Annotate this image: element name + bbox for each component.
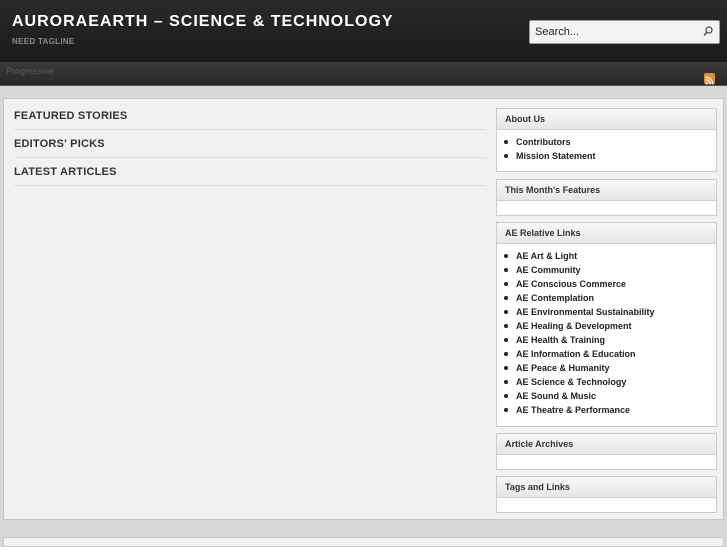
search-input[interactable] <box>530 21 698 43</box>
list-item[interactable]: AE Science & Technology <box>497 375 716 389</box>
list-item[interactable]: AE Information & Education <box>497 347 716 361</box>
site-tagline: NEED TAGLINE <box>12 37 75 46</box>
link-label[interactable]: AE Health & Training <box>516 335 605 345</box>
list-item[interactable]: AE Sound & Music <box>497 389 716 403</box>
section-title[interactable]: EDITORS' PICKS <box>14 138 105 150</box>
link-label[interactable]: AE Healing & Development <box>516 321 632 331</box>
list-item[interactable]: AE Contemplation <box>497 291 716 305</box>
widget-article-archives: Article Archives <box>496 433 717 470</box>
link-label[interactable]: AE Art & Light <box>516 251 577 261</box>
link-label[interactable]: AE Information & Education <box>516 349 636 359</box>
bullet-icon <box>504 408 508 412</box>
link-label[interactable]: AE Peace & Humanity <box>516 363 610 373</box>
widget-header: AE Relative Links <box>497 223 716 244</box>
bullet-icon <box>504 324 508 328</box>
search-icon[interactable] <box>701 25 715 39</box>
site-title[interactable]: AURORAEARTH – SCIENCE & TECHNOLOGY <box>12 13 394 31</box>
link-label[interactable]: AE Theatre & Performance <box>516 405 630 415</box>
section-title[interactable]: LATEST ARTICLES <box>14 166 117 178</box>
section-featured-stories: FEATURED STORIES <box>14 101 486 130</box>
relative-links-list: AE Art & Light AE Community AE Conscious… <box>497 244 716 417</box>
list-item[interactable]: AE Peace & Humanity <box>497 361 716 375</box>
nav-bar: Progressive <box>0 62 727 86</box>
bullet-icon <box>504 394 508 398</box>
rss-icon[interactable] <box>704 73 715 85</box>
list-item[interactable]: Mission Statement <box>497 149 716 163</box>
site-header: AURORAEARTH – SCIENCE & TECHNOLOGY NEED … <box>0 0 727 62</box>
about-us-list: Contributors Mission Statement <box>497 130 716 163</box>
widget-relative-links: AE Relative Links AE Art & Light AE Comm… <box>496 222 717 427</box>
bullet-icon <box>504 254 508 258</box>
list-item[interactable]: AE Environmental Sustainability <box>497 305 716 319</box>
list-item[interactable]: AE Theatre & Performance <box>497 403 716 417</box>
widget-month-features: This Month's Features <box>496 179 717 216</box>
bullet-icon <box>504 140 508 144</box>
bullet-icon <box>504 338 508 342</box>
widget-header: Article Archives <box>497 434 716 455</box>
search-box <box>529 20 720 44</box>
widget-title: Article Archives <box>505 439 574 449</box>
link-label[interactable]: AE Contemplation <box>516 293 594 303</box>
widget-about-us: About Us Contributors Mission Statement <box>496 108 717 172</box>
section-latest-articles: LATEST ARTICLES <box>14 157 486 186</box>
bullet-icon <box>504 296 508 300</box>
list-item[interactable]: AE Health & Training <box>497 333 716 347</box>
link-label[interactable]: AE Sound & Music <box>516 391 596 401</box>
nav-ghost-text[interactable]: Progressive <box>6 66 54 76</box>
bullet-icon <box>504 366 508 370</box>
list-item[interactable]: AE Community <box>497 263 716 277</box>
link-label[interactable]: AE Community <box>516 265 581 275</box>
link-label[interactable]: Mission Statement <box>516 151 596 161</box>
bullet-icon <box>504 380 508 384</box>
link-label[interactable]: AE Conscious Commerce <box>516 279 626 289</box>
link-label[interactable]: Contributors <box>516 137 571 147</box>
widget-header: Tags and Links <box>497 477 716 498</box>
widget-tags-links: Tags and Links <box>496 476 717 513</box>
footer-bar <box>3 537 724 547</box>
link-label[interactable]: AE Environmental Sustainability <box>516 307 655 317</box>
widget-title: AE Relative Links <box>505 228 581 238</box>
widget-header: This Month's Features <box>497 180 716 201</box>
list-item[interactable]: Contributors <box>497 135 716 149</box>
list-item[interactable]: AE Healing & Development <box>497 319 716 333</box>
list-item[interactable]: AE Art & Light <box>497 249 716 263</box>
content-area: FEATURED STORIES EDITORS' PICKS LATEST A… <box>3 98 724 520</box>
widget-title: This Month's Features <box>505 185 601 195</box>
bullet-icon <box>504 268 508 272</box>
bullet-icon <box>504 154 508 158</box>
bullet-icon <box>504 282 508 286</box>
bullet-icon <box>504 352 508 356</box>
list-item[interactable]: AE Conscious Commerce <box>497 277 716 291</box>
link-label[interactable]: AE Science & Technology <box>516 377 626 387</box>
section-title[interactable]: FEATURED STORIES <box>14 110 127 122</box>
widget-title: About Us <box>505 114 545 124</box>
section-editors-picks: EDITORS' PICKS <box>14 129 486 158</box>
bullet-icon <box>504 310 508 314</box>
widget-title: Tags and Links <box>505 482 570 492</box>
widget-header: About Us <box>497 109 716 130</box>
